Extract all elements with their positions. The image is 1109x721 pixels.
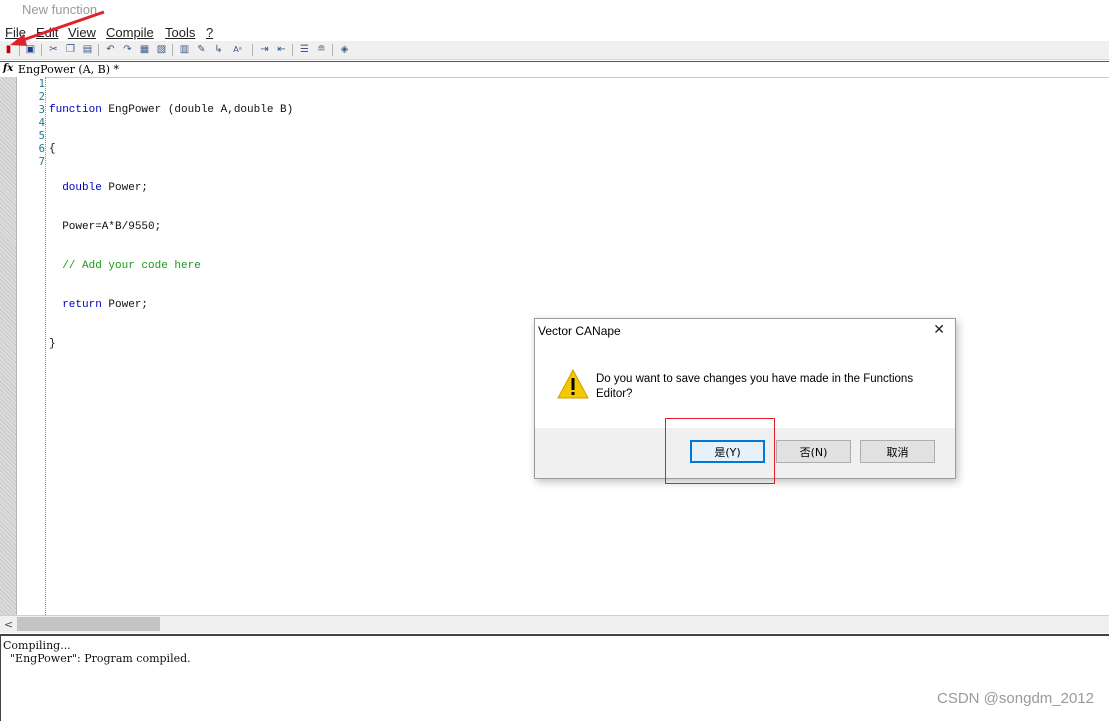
code-line: function EngPower (double A,double B) bbox=[49, 104, 293, 117]
toolbar-separator bbox=[332, 44, 333, 56]
code-line: double Power; bbox=[49, 182, 293, 195]
code-editor[interactable]: function EngPower (double A,double B) { … bbox=[49, 78, 293, 364]
menu-bar: File Edit View Compile Tools ? bbox=[0, 23, 1109, 41]
line-number-gutter: 1 2 3 4 5 6 7 bbox=[17, 77, 45, 615]
scroll-left-icon[interactable]: < bbox=[4, 618, 13, 631]
menu-tools[interactable]: Tools bbox=[165, 25, 195, 40]
toolbar-separator bbox=[252, 44, 253, 56]
step-icon[interactable]: ↳ bbox=[212, 43, 225, 56]
code-text: EngPower (double A,double B) bbox=[101, 104, 294, 116]
uncomment-icon[interactable]: ≘ bbox=[315, 43, 328, 56]
cancel-button[interactable]: 取消 bbox=[860, 440, 935, 463]
code-line: Power=A*B/9550; bbox=[49, 221, 293, 234]
code-line: { bbox=[49, 143, 293, 156]
editor-tab-label: EngPower (A, B) * bbox=[18, 63, 120, 76]
annotation-arrow bbox=[10, 10, 105, 46]
code-line: } bbox=[49, 338, 293, 351]
code-line: return Power; bbox=[49, 299, 293, 312]
outdent-icon[interactable]: ⇤ bbox=[275, 43, 288, 56]
code-text: { bbox=[49, 143, 56, 155]
code-text: Power=A*B/9550; bbox=[49, 221, 162, 233]
fx-icon: fx bbox=[3, 63, 14, 74]
toolbar-separator bbox=[292, 44, 293, 56]
dialog-message: Do you want to save changes you have mad… bbox=[596, 373, 914, 400]
code-keyword: return bbox=[49, 299, 102, 311]
scrollbar-thumb[interactable] bbox=[17, 617, 160, 631]
indent-icon[interactable]: ⇥ bbox=[258, 43, 271, 56]
code-text: Power; bbox=[101, 182, 149, 194]
highlight-box bbox=[665, 418, 775, 484]
close-icon[interactable]: ✕ bbox=[933, 322, 945, 338]
code-keyword: function bbox=[49, 104, 102, 116]
text-case-icon[interactable]: Aᵃ bbox=[231, 43, 244, 56]
compile-icon[interactable]: ▥ bbox=[178, 43, 191, 56]
dialog-title: Vector CANape bbox=[538, 324, 621, 338]
code-text: Power; bbox=[101, 299, 149, 311]
code-keyword: double bbox=[49, 182, 102, 194]
code-comment: // Add your code here bbox=[49, 260, 201, 272]
toolbar: ▮ ▣ ✂ ❐ ▤ ↶ ↷ ▦ ▧ ▥ ✎ ↳ Aᵃ ⇥ ⇤ ☰ ≘ ◈ bbox=[0, 41, 1109, 60]
find-icon[interactable]: ▦ bbox=[138, 43, 151, 56]
editor-margin bbox=[0, 77, 17, 615]
output-panel: Compiling... "EngPower": Program compile… bbox=[0, 634, 1109, 721]
output-line: "EngPower": Program compiled. bbox=[3, 652, 191, 665]
code-line: // Add your code here bbox=[49, 260, 293, 273]
menu-help[interactable]: ? bbox=[206, 25, 213, 40]
help-icon[interactable]: ◈ bbox=[338, 43, 351, 56]
no-button[interactable]: 否(N) bbox=[776, 440, 851, 463]
fold-guide bbox=[45, 77, 46, 615]
comment-icon[interactable]: ☰ bbox=[298, 43, 311, 56]
warning-icon bbox=[557, 368, 589, 403]
code-text: } bbox=[49, 338, 56, 350]
watermark: CSDN @songdm_2012 bbox=[937, 690, 1094, 707]
toolbar-separator bbox=[172, 44, 173, 56]
horizontal-scrollbar[interactable]: < bbox=[0, 615, 1109, 633]
check-icon[interactable]: ✎ bbox=[195, 43, 208, 56]
replace-icon[interactable]: ▧ bbox=[155, 43, 168, 56]
editor-tab[interactable]: fx EngPower (A, B) * bbox=[0, 61, 1109, 78]
output-line: Compiling... bbox=[3, 639, 71, 652]
